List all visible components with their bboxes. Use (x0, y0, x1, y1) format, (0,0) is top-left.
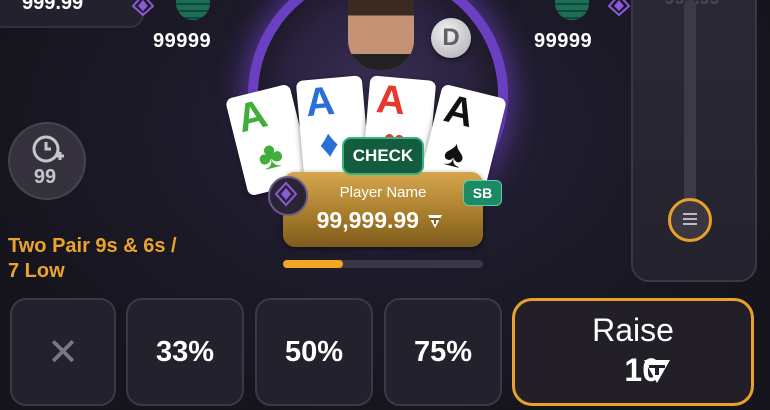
seat-right-stack: 99999 (534, 30, 593, 52)
spade-badge-icon (131, 0, 155, 16)
club-icon: ♣ (253, 132, 288, 180)
diamond-icon: ♦ (317, 122, 341, 167)
tether-coin-icon (428, 215, 443, 228)
player-avatar (348, 0, 414, 70)
turn-timer-fill (283, 260, 343, 268)
player-stack-amount: 99,999.99 (316, 207, 419, 233)
player-name: Player Name (339, 184, 427, 201)
card-rank: A (374, 77, 408, 124)
spade-badge-icon (607, 0, 631, 16)
seat-left-stack: 99999 (153, 30, 212, 52)
time-bank-count: 99 (33, 166, 57, 188)
grip-icon (683, 213, 697, 225)
bet-75-button[interactable]: 75% (384, 298, 502, 406)
dealer-button: D (431, 18, 471, 58)
hand-description: Two Pair 9s & 6s / 7 Low (8, 234, 248, 284)
tether-coin-icon (644, 360, 670, 383)
position-badge: SB (463, 180, 502, 206)
card-rank: A (232, 91, 272, 142)
clock-plus-icon (32, 135, 64, 163)
hand-description-line-2: 7 Low (8, 260, 65, 282)
player-stack: 99,999.99 (296, 207, 466, 234)
top-left-amount: 999.99 (22, 0, 84, 14)
bet-50-button[interactable]: 50% (255, 298, 373, 406)
bet-33-button[interactable]: 33% (126, 298, 244, 406)
close-button[interactable]: ✕ (10, 298, 116, 406)
hand-description-line-1: Two Pair 9s & 6s / (8, 235, 177, 257)
close-icon: ✕ (47, 331, 79, 374)
card-rank: A (303, 78, 337, 126)
chip-stack-icon (555, 0, 589, 20)
bet-slider-handle[interactable] (668, 198, 712, 242)
chip-stack-icon (176, 0, 210, 20)
spade-icon: ♠ (439, 131, 470, 178)
raise-label: Raise (592, 312, 674, 348)
player-action-badge: CHECK (342, 137, 424, 175)
card-rank: A (439, 86, 479, 137)
